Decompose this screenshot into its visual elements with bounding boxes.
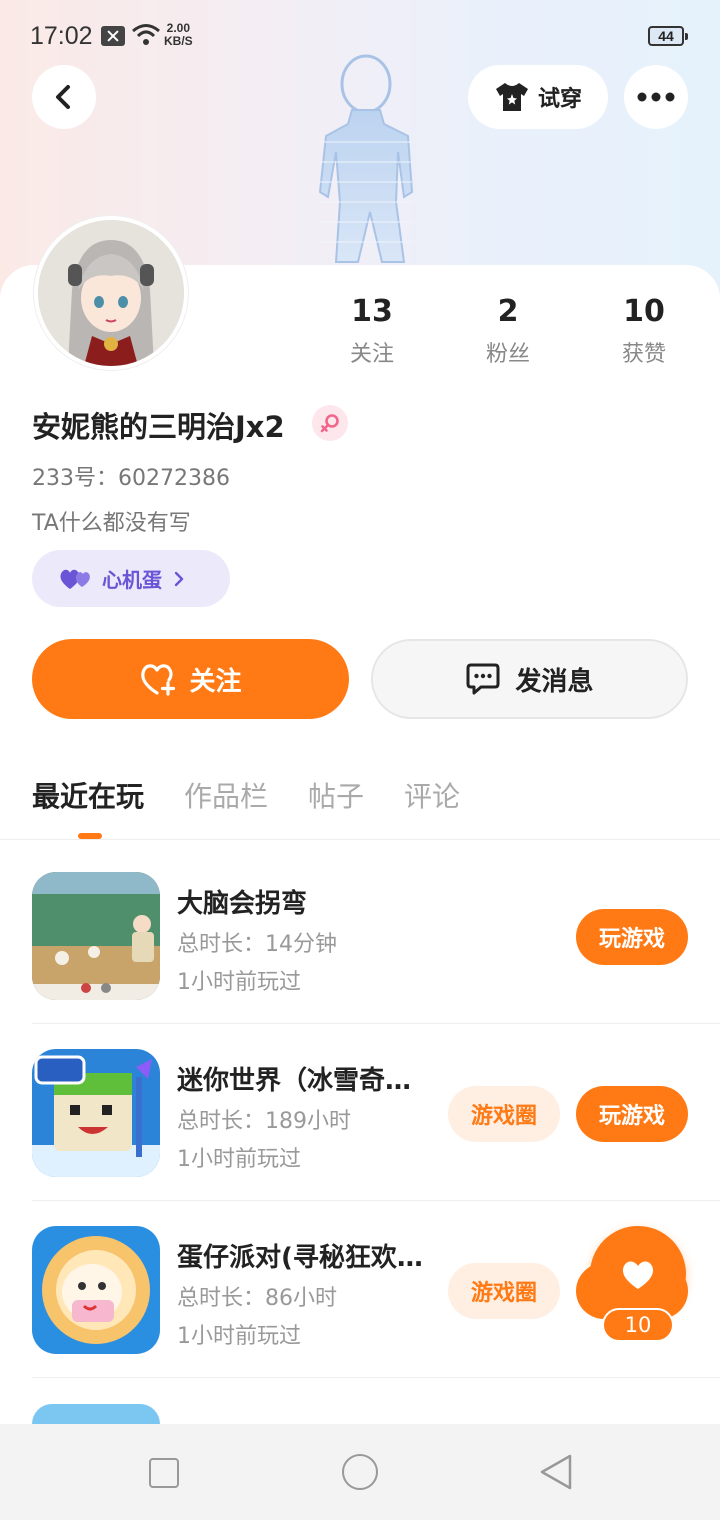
- heart-icon: [622, 1261, 654, 1289]
- avatar[interactable]: [34, 216, 188, 370]
- play-game-button[interactable]: 玩游戏: [576, 1086, 688, 1142]
- username: 安妮熊的三明治Jx2: [32, 410, 285, 444]
- follow-button[interactable]: 关注: [32, 639, 349, 719]
- play-game-button[interactable]: 玩游戏: [576, 909, 688, 965]
- heart-plus-icon: [141, 664, 176, 696]
- home-button[interactable]: [342, 1454, 378, 1490]
- game-duration: 总时长：86小时: [177, 1286, 337, 1311]
- stat-following[interactable]: 13 关注: [312, 292, 432, 368]
- back-button[interactable]: [32, 65, 96, 129]
- game-last-played: 1小时前玩过: [177, 1324, 301, 1349]
- stat-fans-label: 粉丝: [485, 342, 530, 367]
- game-title: 迷你世界（冰雪奇…: [177, 1066, 412, 1096]
- game-icon: [32, 872, 160, 1000]
- send-message-label: 发消息: [515, 666, 594, 697]
- game-duration: 总时长：189小时: [177, 1109, 351, 1134]
- stat-fans[interactable]: 2 粉丝: [448, 292, 568, 368]
- tab-works[interactable]: 作品栏: [184, 775, 268, 815]
- heart-egg-chip[interactable]: 心机蛋: [32, 550, 230, 607]
- tabs-divider: [0, 839, 720, 840]
- game-last-played: 1小时前玩过: [177, 1147, 301, 1172]
- game-circle-button[interactable]: 游戏圈: [448, 1086, 560, 1142]
- tab-recently-played[interactable]: 最近在玩: [32, 775, 144, 815]
- try-on-label: 试穿: [537, 87, 582, 112]
- recent-apps-button[interactable]: [149, 1458, 179, 1488]
- game-duration: 总时长：14分钟: [177, 932, 337, 957]
- game-title: 大脑会拐弯: [177, 889, 308, 919]
- shirt-icon: [495, 83, 528, 111]
- double-heart-icon: [60, 569, 90, 589]
- back-triangle-icon[interactable]: [538, 1452, 574, 1492]
- bio: TA什么都没有写: [32, 511, 191, 536]
- chat-bubble-icon: [466, 663, 500, 695]
- list-item[interactable]: 迷你世界（冰雪奇… 总时长：189小时 1小时前玩过 游戏圈 玩游戏: [32, 1024, 720, 1201]
- stat-fans-count: 2: [497, 294, 519, 329]
- game-last-played: 1小时前玩过: [177, 970, 301, 995]
- avatar-image: [38, 220, 184, 366]
- list-item[interactable]: 大脑会拐弯 总时长：14分钟 1小时前玩过 玩游戏: [32, 847, 720, 1024]
- tab-comments[interactable]: 评论: [404, 775, 460, 815]
- network-speed-unit: KB/S: [164, 34, 193, 48]
- game-icon-partial: [32, 1404, 160, 1424]
- stat-following-count: 13: [351, 294, 393, 329]
- user-id: 233号：60272386: [32, 466, 230, 491]
- stat-likes-label: 获赞: [621, 342, 666, 367]
- female-gender-icon: [312, 405, 348, 441]
- floating-like-count: 10: [602, 1308, 674, 1342]
- profile-tabs: 最近在玩 作品栏 帖子 评论: [32, 775, 460, 815]
- game-title: 蛋仔派对(寻秘狂欢…: [177, 1243, 423, 1273]
- chevron-left-icon: [56, 85, 70, 109]
- row-divider: [32, 1377, 720, 1378]
- status-time: 17:02: [30, 22, 93, 50]
- send-message-button[interactable]: 发消息: [371, 639, 688, 719]
- notification-icon: [101, 26, 125, 46]
- game-icon: [32, 1226, 160, 1354]
- status-bar: 17:02 2.00 KB/S 44: [0, 0, 720, 72]
- game-circle-button[interactable]: 游戏圈: [448, 1263, 560, 1319]
- follow-label: 关注: [189, 666, 242, 697]
- chevron-right-icon: [174, 571, 184, 586]
- network-speed: 2.00 KB/S: [164, 22, 193, 48]
- heart-egg-label: 心机蛋: [102, 568, 162, 592]
- wifi-icon: [132, 24, 160, 45]
- stat-following-label: 关注: [349, 342, 394, 367]
- more-dots-icon: [637, 92, 675, 102]
- game-icon: [32, 1049, 160, 1177]
- stat-likes[interactable]: 10 获赞: [584, 292, 704, 368]
- battery-icon: 44: [648, 26, 688, 46]
- system-nav-bar: [0, 1424, 720, 1520]
- stat-likes-count: 10: [623, 294, 665, 329]
- avatar-hologram: [318, 54, 414, 263]
- tab-posts[interactable]: 帖子: [308, 775, 364, 815]
- try-on-button[interactable]: 试穿: [468, 65, 608, 129]
- more-button[interactable]: [624, 65, 688, 129]
